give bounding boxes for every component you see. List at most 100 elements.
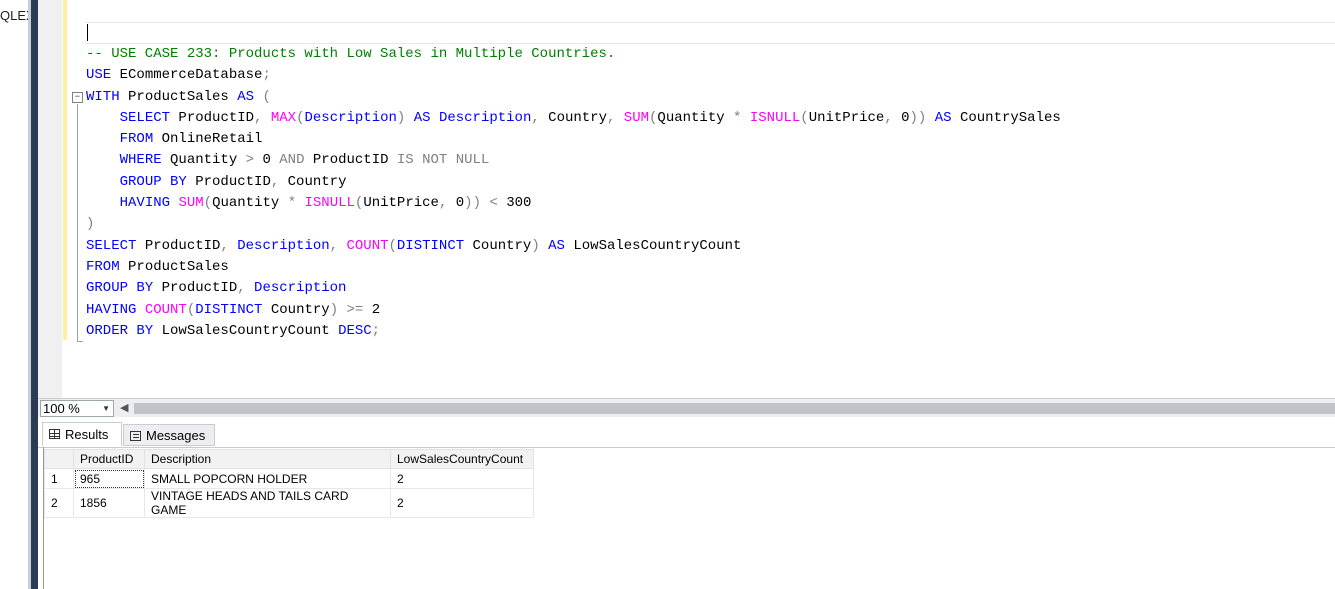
code-token: Country <box>464 237 532 254</box>
code-token: ProductSales <box>119 258 229 275</box>
sql-code[interactable]: -- USE CASE 233: Products with Low Sales… <box>86 44 1061 342</box>
chevron-down-icon: ▼ <box>102 404 110 413</box>
code-line[interactable]: GROUP BY ProductID, Country <box>86 172 1061 193</box>
code-token: IS NOT NULL <box>396 152 490 169</box>
code-token: ( <box>186 301 196 318</box>
code-token: SELECT <box>86 237 137 254</box>
code-token: ProductID <box>153 280 238 297</box>
row-number[interactable]: 1 <box>44 468 74 489</box>
code-token: AS <box>548 237 565 254</box>
code-token: GROUP BY <box>86 280 154 297</box>
code-token: 0 <box>455 195 465 212</box>
table-cell[interactable]: 965 <box>73 468 145 489</box>
code-token: ( <box>800 109 809 126</box>
results-grid[interactable]: ProductID Description LowSalesCountryCou… <box>43 447 1335 589</box>
tab-results-label: Results <box>65 427 109 442</box>
code-token: Quantity <box>212 195 288 212</box>
code-token: Country <box>262 301 330 318</box>
query-editor[interactable]: − -- USE CASE 233: Products with Low Sal… <box>38 0 1335 398</box>
code-token: UnitPrice <box>808 109 885 126</box>
code-line[interactable]: HAVING COUNT(DISTINCT Country) >= 2 <box>86 300 1061 321</box>
code-line[interactable]: SELECT ProductID, MAX (Description) AS De… <box>86 108 1061 129</box>
table-row: 2 1856 VINTAGE HEADS AND TAILS CARD GAME… <box>44 488 534 518</box>
horizontal-scrollbar[interactable] <box>134 403 1335 414</box>
code-token: Country <box>548 109 607 126</box>
code-token: OnlineRetail <box>153 131 263 148</box>
tab-messages[interactable]: Messages <box>123 424 215 446</box>
code-line[interactable]: USE ECommerceDatabase; <box>86 65 1061 86</box>
collapse-toggle-icon[interactable]: − <box>72 92 83 103</box>
code-token: ) <box>396 109 414 126</box>
outline-guide-end <box>77 341 83 342</box>
code-token: 300 <box>497 195 532 212</box>
code-token: ORDER BY <box>86 322 154 339</box>
code-line[interactable]: HAVING SUM(Quantity * ISNULL(UnitPrice, … <box>86 193 1061 214</box>
code-token: DISTINCT <box>396 237 465 254</box>
code-line[interactable]: ) <box>86 214 1061 235</box>
column-header[interactable]: ProductID <box>73 449 145 469</box>
code-line[interactable]: WHERE Quantity > 0 AND ProductID IS NOT … <box>86 150 1061 171</box>
table-cell[interactable]: 2 <box>390 488 534 518</box>
grid-icon <box>49 429 60 439</box>
code-token: , <box>531 109 549 126</box>
editor-gutter <box>38 0 62 398</box>
results-tabs: Results Messages <box>38 419 1335 448</box>
column-header[interactable]: LowSalesCountryCount <box>390 449 534 469</box>
code-token: 2 <box>363 301 381 318</box>
code-line[interactable]: WITH ProductSales AS ( <box>86 87 1061 108</box>
code-token: ; <box>262 67 271 84</box>
code-line[interactable]: FROM OnlineRetail <box>86 129 1061 150</box>
messages-icon <box>130 431 141 441</box>
panel-divider <box>31 0 38 589</box>
code-token: WITH <box>86 88 120 105</box>
code-token: Description <box>304 109 397 126</box>
code-line[interactable]: ORDER BY LowSalesCountryCount DESC; <box>86 321 1061 342</box>
code-token: ( <box>388 237 397 254</box>
code-token: USE <box>86 67 112 84</box>
code-token: HAVING <box>119 195 171 212</box>
table-cell[interactable]: SMALL POPCORN HOLDER <box>144 468 391 489</box>
code-line[interactable]: -- USE CASE 233: Products with Low Sales… <box>86 44 1061 65</box>
zoom-dropdown[interactable]: 100 % ▼ <box>40 400 114 417</box>
outline-guide <box>77 104 78 342</box>
code-line[interactable]: SELECT ProductID, Description, COUNT(DIS… <box>86 236 1061 257</box>
code-token: AS <box>413 109 431 126</box>
code-token: ISNULL <box>304 195 355 212</box>
table-cell[interactable]: 1856 <box>73 488 145 518</box>
code-token: Description <box>438 109 532 126</box>
row-header-corner[interactable] <box>44 449 74 469</box>
code-token: < <box>489 195 498 212</box>
column-header[interactable]: Description <box>144 449 391 469</box>
code-token: GROUP BY <box>119 173 187 190</box>
object-explorer-panel: QLEX <box>0 0 28 589</box>
code-token: ProductID <box>186 173 271 190</box>
table-cell[interactable]: VINTAGE HEADS AND TAILS CARD GAME <box>144 488 391 518</box>
code-token: ( <box>203 195 213 212</box>
zoom-value: 100 % <box>43 401 80 416</box>
code-token: Description <box>254 280 347 297</box>
code-token: -- USE CASE 233: Products with Low Sales… <box>86 46 616 62</box>
table-cell[interactable]: 2 <box>390 468 534 489</box>
code-token: AS <box>934 109 952 126</box>
row-number[interactable]: 2 <box>44 488 74 518</box>
code-token: ISNULL <box>749 109 801 126</box>
code-token: ) <box>531 237 549 254</box>
code-token: , <box>884 109 902 126</box>
code-token: WHERE <box>119 152 162 169</box>
code-token: ; <box>371 322 381 339</box>
code-token: ) >= <box>329 301 364 318</box>
scroll-left-icon[interactable]: ◀ <box>120 401 128 414</box>
code-line[interactable]: FROM ProductSales <box>86 257 1061 278</box>
code-token: )) <box>909 109 927 126</box>
code-token: SUM <box>623 109 650 126</box>
table-row: 1 965 SMALL POPCORN HOLDER 2 <box>44 468 534 489</box>
tab-results[interactable]: Results <box>42 422 122 446</box>
code-token: AND <box>279 152 305 169</box>
code-line[interactable]: GROUP BY ProductID, Description <box>86 278 1061 299</box>
